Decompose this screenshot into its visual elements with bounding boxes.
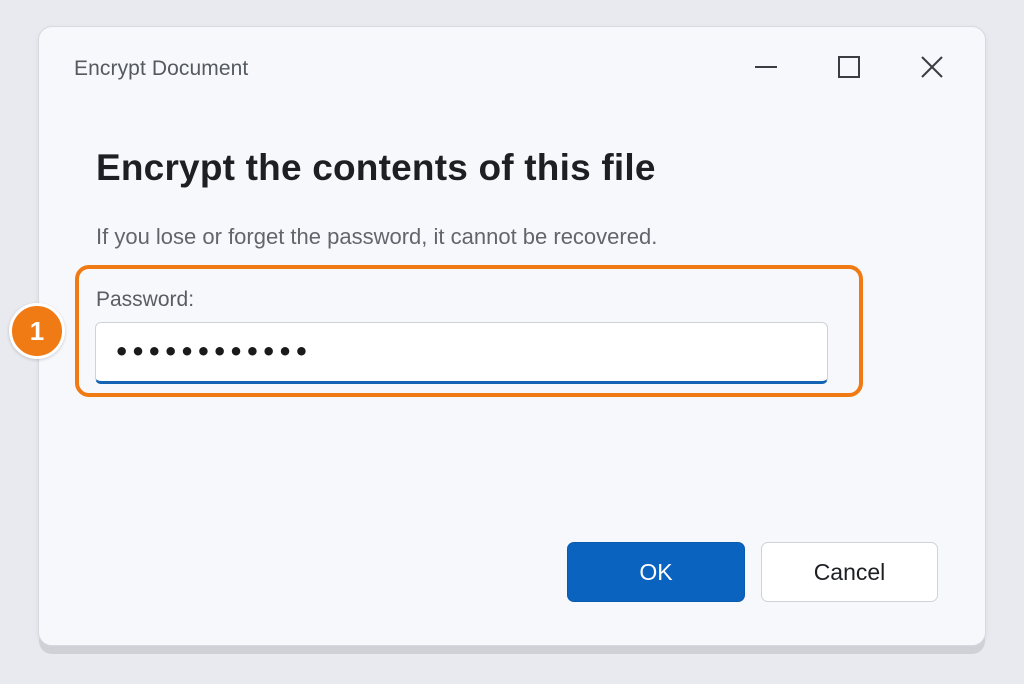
ok-button[interactable]: OK: [567, 542, 745, 602]
close-icon: [921, 56, 943, 78]
close-button[interactable]: [912, 49, 952, 85]
maximize-button[interactable]: [829, 49, 869, 85]
encrypt-document-dialog: Encrypt Document Encrypt the contents of…: [9, 26, 986, 646]
window-title: Encrypt Document: [74, 57, 249, 80]
cancel-button[interactable]: Cancel: [761, 542, 938, 602]
password-warning-text: If you lose or forget the password, it c…: [96, 224, 658, 249]
minimize-icon: [755, 66, 777, 68]
password-input[interactable]: [95, 322, 828, 384]
password-label: Password:: [96, 288, 195, 311]
dialog-heading: Encrypt the contents of this file: [96, 147, 656, 188]
minimize-button[interactable]: [746, 49, 786, 85]
step-badge: 1: [9, 303, 65, 359]
maximize-icon: [838, 56, 860, 78]
